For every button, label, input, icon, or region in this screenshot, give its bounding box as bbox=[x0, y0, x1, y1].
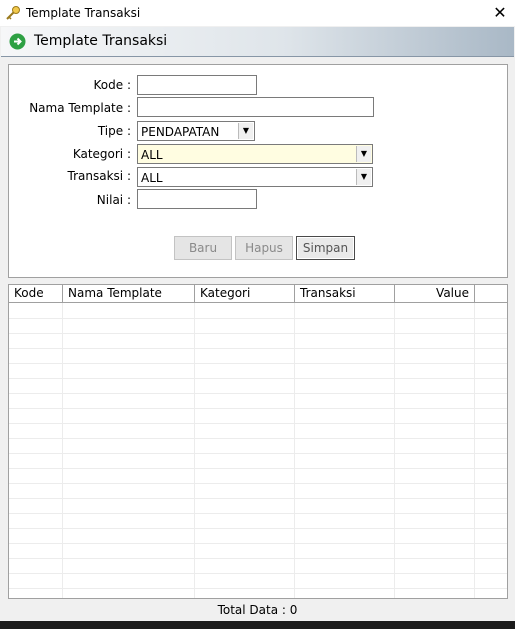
grid-row-line bbox=[9, 408, 507, 409]
baru-button[interactable]: Baru bbox=[174, 236, 232, 260]
grid-row-line bbox=[9, 453, 507, 454]
tipe-label: Tipe : bbox=[97, 124, 131, 138]
grid-row-line bbox=[9, 573, 507, 574]
chevron-down-icon: ▼ bbox=[238, 123, 253, 139]
grid-row-line bbox=[9, 363, 507, 364]
tipe-value: PENDAPATAN bbox=[141, 125, 220, 139]
grid-row-line bbox=[9, 588, 507, 589]
grid-row-line bbox=[9, 483, 507, 484]
nama-template-label: Nama Template : bbox=[29, 101, 131, 115]
form-header: Template Transaksi bbox=[1, 27, 514, 57]
transaksi-label: Transaksi : bbox=[67, 169, 131, 183]
kategori-value: ALL bbox=[141, 148, 163, 162]
grid-row-line bbox=[9, 423, 507, 424]
column-header-transaksi[interactable]: Transaksi bbox=[295, 285, 395, 302]
grid-row-line bbox=[9, 393, 507, 394]
kode-label: Kode : bbox=[93, 78, 131, 92]
grid-row-line bbox=[9, 438, 507, 439]
nilai-label: Nilai : bbox=[96, 193, 131, 207]
grid-column-line bbox=[194, 303, 195, 598]
grid-row-line bbox=[9, 558, 507, 559]
grid-column-line bbox=[394, 303, 395, 598]
grid-row-line bbox=[9, 468, 507, 469]
column-header-value[interactable]: Value bbox=[395, 285, 475, 302]
grid-row-line bbox=[9, 348, 507, 349]
chevron-down-icon: ▼ bbox=[356, 169, 371, 185]
table-header: Kode Nama Template Kategori Transaksi Va… bbox=[9, 285, 507, 303]
template-table[interactable]: Kode Nama Template Kategori Transaksi Va… bbox=[8, 284, 508, 599]
kategori-label: Kategori : bbox=[72, 147, 131, 161]
grid-row-line bbox=[9, 378, 507, 379]
grid-row-line bbox=[9, 498, 507, 499]
transaksi-value: ALL bbox=[141, 171, 163, 185]
kode-field[interactable] bbox=[137, 75, 257, 95]
grid-column-line bbox=[62, 303, 63, 598]
grid-column-line bbox=[294, 303, 295, 598]
grid-column-line bbox=[474, 303, 475, 598]
hapus-button[interactable]: Hapus bbox=[235, 236, 293, 260]
header-title: Template Transaksi bbox=[34, 33, 168, 49]
nama-template-field[interactable] bbox=[137, 97, 374, 117]
grid-row-line bbox=[9, 513, 507, 514]
grid-row-line bbox=[9, 543, 507, 544]
key-icon bbox=[6, 6, 20, 20]
green-arrow-icon bbox=[9, 33, 26, 50]
transaksi-select[interactable]: ALL ▼ bbox=[137, 167, 373, 187]
close-button[interactable]: ✕ bbox=[485, 0, 515, 26]
chevron-down-icon: ▼ bbox=[356, 146, 371, 162]
close-icon: ✕ bbox=[493, 3, 507, 22]
nilai-field[interactable] bbox=[137, 189, 257, 209]
tipe-select[interactable]: PENDAPATAN ▼ bbox=[137, 121, 255, 141]
window-title: Template Transaksi bbox=[26, 6, 141, 20]
column-header-nama-template[interactable]: Nama Template bbox=[63, 285, 195, 302]
grid-row-line bbox=[9, 528, 507, 529]
total-data-label: Total Data : 0 bbox=[217, 603, 298, 617]
grid-row-line bbox=[9, 318, 507, 319]
bottom-edge bbox=[0, 621, 515, 629]
grid-row-line bbox=[9, 333, 507, 334]
window-titlebar: Template Transaksi ✕ bbox=[0, 0, 515, 26]
column-header-kode[interactable]: Kode bbox=[9, 285, 63, 302]
kategori-select[interactable]: ALL ▼ bbox=[137, 144, 373, 164]
column-header-kategori[interactable]: Kategori bbox=[195, 285, 295, 302]
simpan-button[interactable]: Simpan bbox=[296, 236, 355, 260]
